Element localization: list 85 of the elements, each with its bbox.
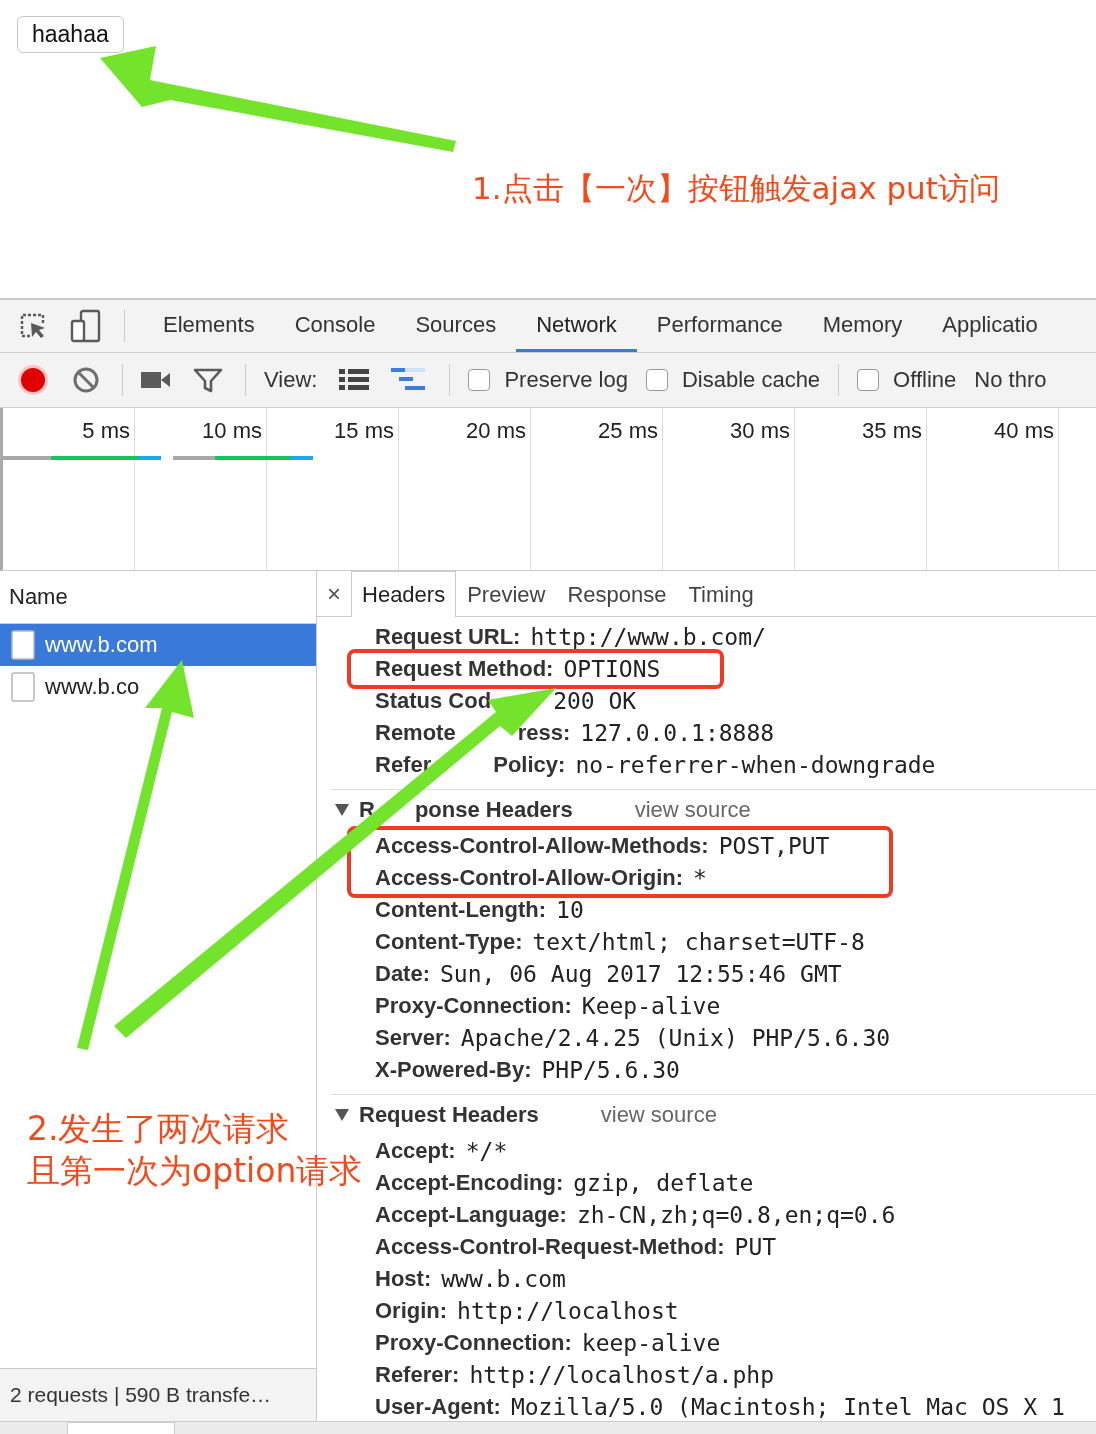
header-value: */* [465, 1138, 508, 1164]
header-name: Status Cod [375, 688, 492, 714]
header-value: text/html; charset=UTF-8 [532, 929, 865, 955]
time-tick: 15 ms [334, 418, 394, 443]
header-value: PUT [734, 1234, 777, 1260]
header-name: Policy: [493, 752, 566, 778]
panel-tab[interactable]: Sources [395, 300, 517, 352]
header-value: 127.0.0.1:8888 [580, 720, 775, 746]
header-value: www.b.com [441, 1266, 566, 1292]
checkbox-option[interactable]: Preserve log [468, 367, 628, 393]
requests-summary: 2 requests | 590 B transfe… [10, 1383, 272, 1407]
header-value: Sun, 06 Aug 2017 12:55:46 GMT [440, 961, 842, 987]
view-source-link[interactable]: view source [594, 1101, 723, 1129]
time-tick: 40 ms [994, 418, 1054, 443]
header-value: POST,PUT [718, 833, 830, 859]
header-name: Accept-Encoding: [375, 1170, 564, 1196]
header-value: * [693, 865, 707, 891]
header-name: Content-Type: [375, 929, 523, 955]
header-value: Keep-alive [581, 993, 721, 1019]
header-name: Server: [375, 1025, 451, 1051]
header-name: Proxy-Connection: [375, 993, 572, 1019]
checkbox-option[interactable]: Offline [857, 367, 957, 393]
panel-tab[interactable]: Elements [143, 300, 275, 352]
header-value: http://www.b.com/ [530, 624, 766, 650]
time-tick: 25 ms [598, 418, 658, 443]
header-name: Proxy-Connection: [375, 1330, 572, 1356]
header-name: Date: [375, 961, 430, 987]
header-name: Referer: [375, 1362, 460, 1388]
header-name: User-Agent: [375, 1394, 501, 1420]
haahaa-button[interactable]: haahaa [17, 16, 124, 53]
time-tick: 30 ms [730, 418, 790, 443]
annotation-text: 2.发生了两次请求 [27, 1109, 290, 1148]
header-value: PHP/5.6.30 [541, 1057, 680, 1083]
header-value: 10 [556, 897, 584, 923]
request-name: www.b.com [45, 632, 158, 658]
header-value: 200 OK [553, 688, 637, 714]
header-name: Refer [375, 752, 432, 778]
time-tick: 10 ms [202, 418, 262, 443]
header-name: Accept-Language: [375, 1202, 567, 1228]
time-tick: 35 ms [862, 418, 922, 443]
detail-tab[interactable]: Timing [677, 571, 765, 617]
view-source-link[interactable]: view source [628, 796, 757, 824]
panel-tab[interactable]: Memory [802, 300, 923, 352]
header-value: OPTIONS [563, 656, 661, 682]
header-name: ress: [517, 720, 571, 746]
request-name: www.b.co [45, 674, 140, 700]
section-title: ponse Headers [414, 797, 573, 823]
detail-tab[interactable]: Response [556, 571, 678, 617]
section-title: R [359, 797, 375, 823]
request-row[interactable]: www.b.com [0, 624, 316, 666]
header-name: Content-Length: [375, 897, 547, 923]
header-value: gzip, deflate [573, 1170, 754, 1196]
time-tick: 20 ms [466, 418, 526, 443]
panel-tab[interactable]: Console [274, 300, 396, 352]
close-button[interactable]: × [317, 579, 351, 608]
annotation-text: 1.点击【一次】按钮触发ajax put访问 [472, 170, 1000, 206]
time-tick: 5 ms [82, 418, 130, 443]
header-value: Mozilla/5.0 (Macintosh; Intel Mac OS X 1 [510, 1394, 1065, 1420]
header-value: no-referrer-when-downgrade [575, 752, 936, 778]
header-value: http://localhost [457, 1298, 679, 1324]
detail-tab[interactable]: Headers [351, 571, 457, 617]
header-name: Access-Control-Request-Method: [375, 1234, 725, 1260]
header-value: zh-CN,zh;q=0.8,en;q=0.6 [576, 1202, 896, 1228]
checkbox-option[interactable]: Disable cache [645, 367, 821, 393]
panel-tab[interactable]: Applicatio [922, 300, 1058, 352]
header-name: Remote [375, 720, 456, 746]
annotation-text: 且第一次为option请求 [27, 1151, 363, 1190]
header-name: Request URL: [375, 624, 521, 650]
header-name: Host: [375, 1266, 432, 1292]
header-value: http://localhost/a.php [469, 1362, 774, 1388]
section-title: Request Headers [359, 1102, 539, 1128]
header-name: Access-Control-Allow-Origin: [375, 865, 683, 891]
header-name: Accept: [375, 1138, 456, 1164]
request-row[interactable]: www.b.co [0, 666, 316, 708]
view-label: View: [264, 367, 318, 393]
throttle-dropdown[interactable]: No thro [974, 367, 1047, 393]
panel-tab[interactable]: Performance [636, 300, 803, 352]
header-name: Origin: [375, 1298, 448, 1324]
header-value: Apache/2.4.25 (Unix) PHP/5.6.30 [460, 1025, 891, 1051]
detail-tab[interactable]: Preview [456, 571, 557, 617]
header-value: keep-alive [581, 1330, 721, 1356]
header-name: X-Powered-By: [375, 1057, 532, 1083]
header-name: Request Method: [375, 656, 554, 682]
name-column-header: Name [9, 584, 68, 610]
header-name: Access-Control-Allow-Methods: [375, 833, 709, 859]
